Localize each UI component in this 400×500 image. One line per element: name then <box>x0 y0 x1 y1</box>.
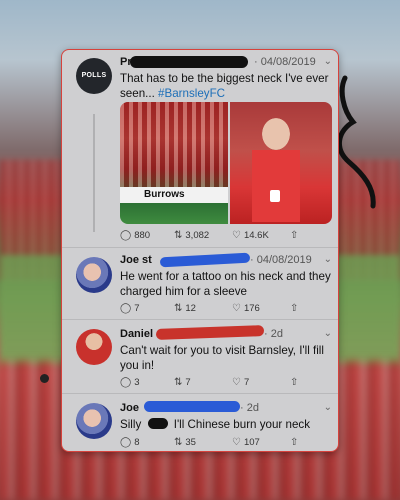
like-button[interactable]: ♡ 176 <box>232 303 260 314</box>
chevron-down-icon[interactable]: ⌄ <box>324 56 332 67</box>
annotation-dot <box>40 374 49 383</box>
redaction-bar <box>130 56 248 68</box>
tweet-reply[interactable]: Joe · 2d ⌄ Silly I'll Chinese burn your … <box>62 393 338 451</box>
tweet-header: Joe st <box>120 254 152 266</box>
avatar[interactable]: POLLS <box>76 58 112 94</box>
share-button[interactable]: ⇧ <box>290 437 298 448</box>
heart-icon: ♡ <box>232 437 241 448</box>
retweet-button[interactable]: ⇅ 12 <box>174 303 196 314</box>
chevron-down-icon[interactable]: ⌄ <box>324 402 332 413</box>
author-name[interactable]: Joe <box>120 402 139 414</box>
tweet-header: Daniel <box>120 328 153 340</box>
like-button[interactable]: ♡ 107 <box>232 437 260 448</box>
tweet-reply[interactable]: Joe st · 04/08/2019 ⌄ He went for a tatt… <box>62 247 338 319</box>
tweet-thread-card: POLLS Pri · 04/08/2019 ⌄ That has to be … <box>61 49 339 452</box>
retweet-icon: ⇅ <box>174 230 183 241</box>
tweet-text: That has to be the biggest neck I've eve… <box>120 72 329 100</box>
tweet-reply[interactable]: Daniel · 2d ⌄ Can't wait for you to visi… <box>62 319 338 393</box>
tweet-date: · 04/08/2019 <box>254 56 316 68</box>
heart-icon: ♡ <box>232 377 241 388</box>
comment-icon: ◯ <box>120 437 132 448</box>
retweet-icon: ⇅ <box>174 437 183 448</box>
media-photo-stadium[interactable]: Burrows <box>120 102 228 224</box>
tweet-text: Can't wait for you to visit Barnsley, I'… <box>120 344 324 372</box>
reply-button[interactable]: ◯ 3 <box>120 377 140 388</box>
retweet-button[interactable]: ⇅ 7 <box>174 377 191 388</box>
tweet-original[interactable]: POLLS Pri · 04/08/2019 ⌄ That has to be … <box>62 50 338 247</box>
advertising-board-text: Burrows <box>144 189 185 200</box>
author-name[interactable]: Daniel <box>120 328 153 340</box>
comment-icon: ◯ <box>120 230 132 241</box>
retweet-button[interactable]: ⇅ 3,082 <box>174 230 209 241</box>
redaction-bar <box>159 252 251 268</box>
share-button[interactable]: ⇧ <box>290 377 298 388</box>
like-button[interactable]: ♡ 7 <box>232 377 249 388</box>
media-photo-fan[interactable] <box>230 102 332 224</box>
avatar-label: POLLS <box>81 72 107 79</box>
tweet-actions: ◯ 880 ⇅ 3,082 ♡ 14.6K ⇧ <box>120 230 332 244</box>
scribble-annotation <box>337 75 376 209</box>
share-button[interactable]: ⇧ <box>290 303 298 314</box>
tweet-actions: ◯ 7 ⇅ 12 ♡ 176 ⇧ <box>120 303 332 317</box>
tweet-text: Silly I'll Chinese burn your neck <box>120 418 310 431</box>
comment-icon: ◯ <box>120 303 132 314</box>
retweet-icon: ⇅ <box>174 303 183 314</box>
redaction-bar <box>144 401 240 412</box>
share-icon: ⇧ <box>290 377 299 388</box>
tweet-date: · 04/08/2019 <box>250 254 312 266</box>
tweet-header: Joe <box>120 402 139 414</box>
like-button[interactable]: ♡ 14.6K <box>232 230 269 241</box>
hashtag-link[interactable]: #BarnsleyFC <box>158 87 225 100</box>
author-name[interactable]: Joe st <box>120 254 152 266</box>
avatar[interactable] <box>76 403 112 439</box>
tweet-media[interactable]: Burrows <box>120 102 332 224</box>
tweet-text: He went for a tattoo on his neck and the… <box>120 270 331 298</box>
tweet-actions: ◯ 8 ⇅ 35 ♡ 107 ⇧ <box>120 437 332 451</box>
share-icon: ⇧ <box>290 230 299 241</box>
share-icon: ⇧ <box>290 303 299 314</box>
tweet-date: · 2d <box>264 328 283 340</box>
share-icon: ⇧ <box>290 437 299 448</box>
redaction-blob <box>147 418 168 429</box>
heart-icon: ♡ <box>232 230 241 241</box>
tweet-actions: ◯ 3 ⇅ 7 ♡ 7 ⇧ <box>120 377 332 391</box>
reply-button[interactable]: ◯ 8 <box>120 437 140 448</box>
thread-line <box>93 114 95 232</box>
reply-button[interactable]: ◯ 880 <box>120 230 150 241</box>
retweet-button[interactable]: ⇅ 35 <box>174 437 196 448</box>
retweet-icon: ⇅ <box>174 377 183 388</box>
chevron-down-icon[interactable]: ⌄ <box>324 254 332 265</box>
avatar[interactable] <box>76 329 112 365</box>
chevron-down-icon[interactable]: ⌄ <box>324 328 332 339</box>
reply-button[interactable]: ◯ 7 <box>120 303 140 314</box>
tweet-date: · 2d <box>240 402 259 414</box>
heart-icon: ♡ <box>232 303 241 314</box>
comment-icon: ◯ <box>120 377 132 388</box>
share-button[interactable]: ⇧ <box>290 230 298 241</box>
redaction-bar <box>155 325 265 340</box>
avatar[interactable] <box>76 257 112 293</box>
